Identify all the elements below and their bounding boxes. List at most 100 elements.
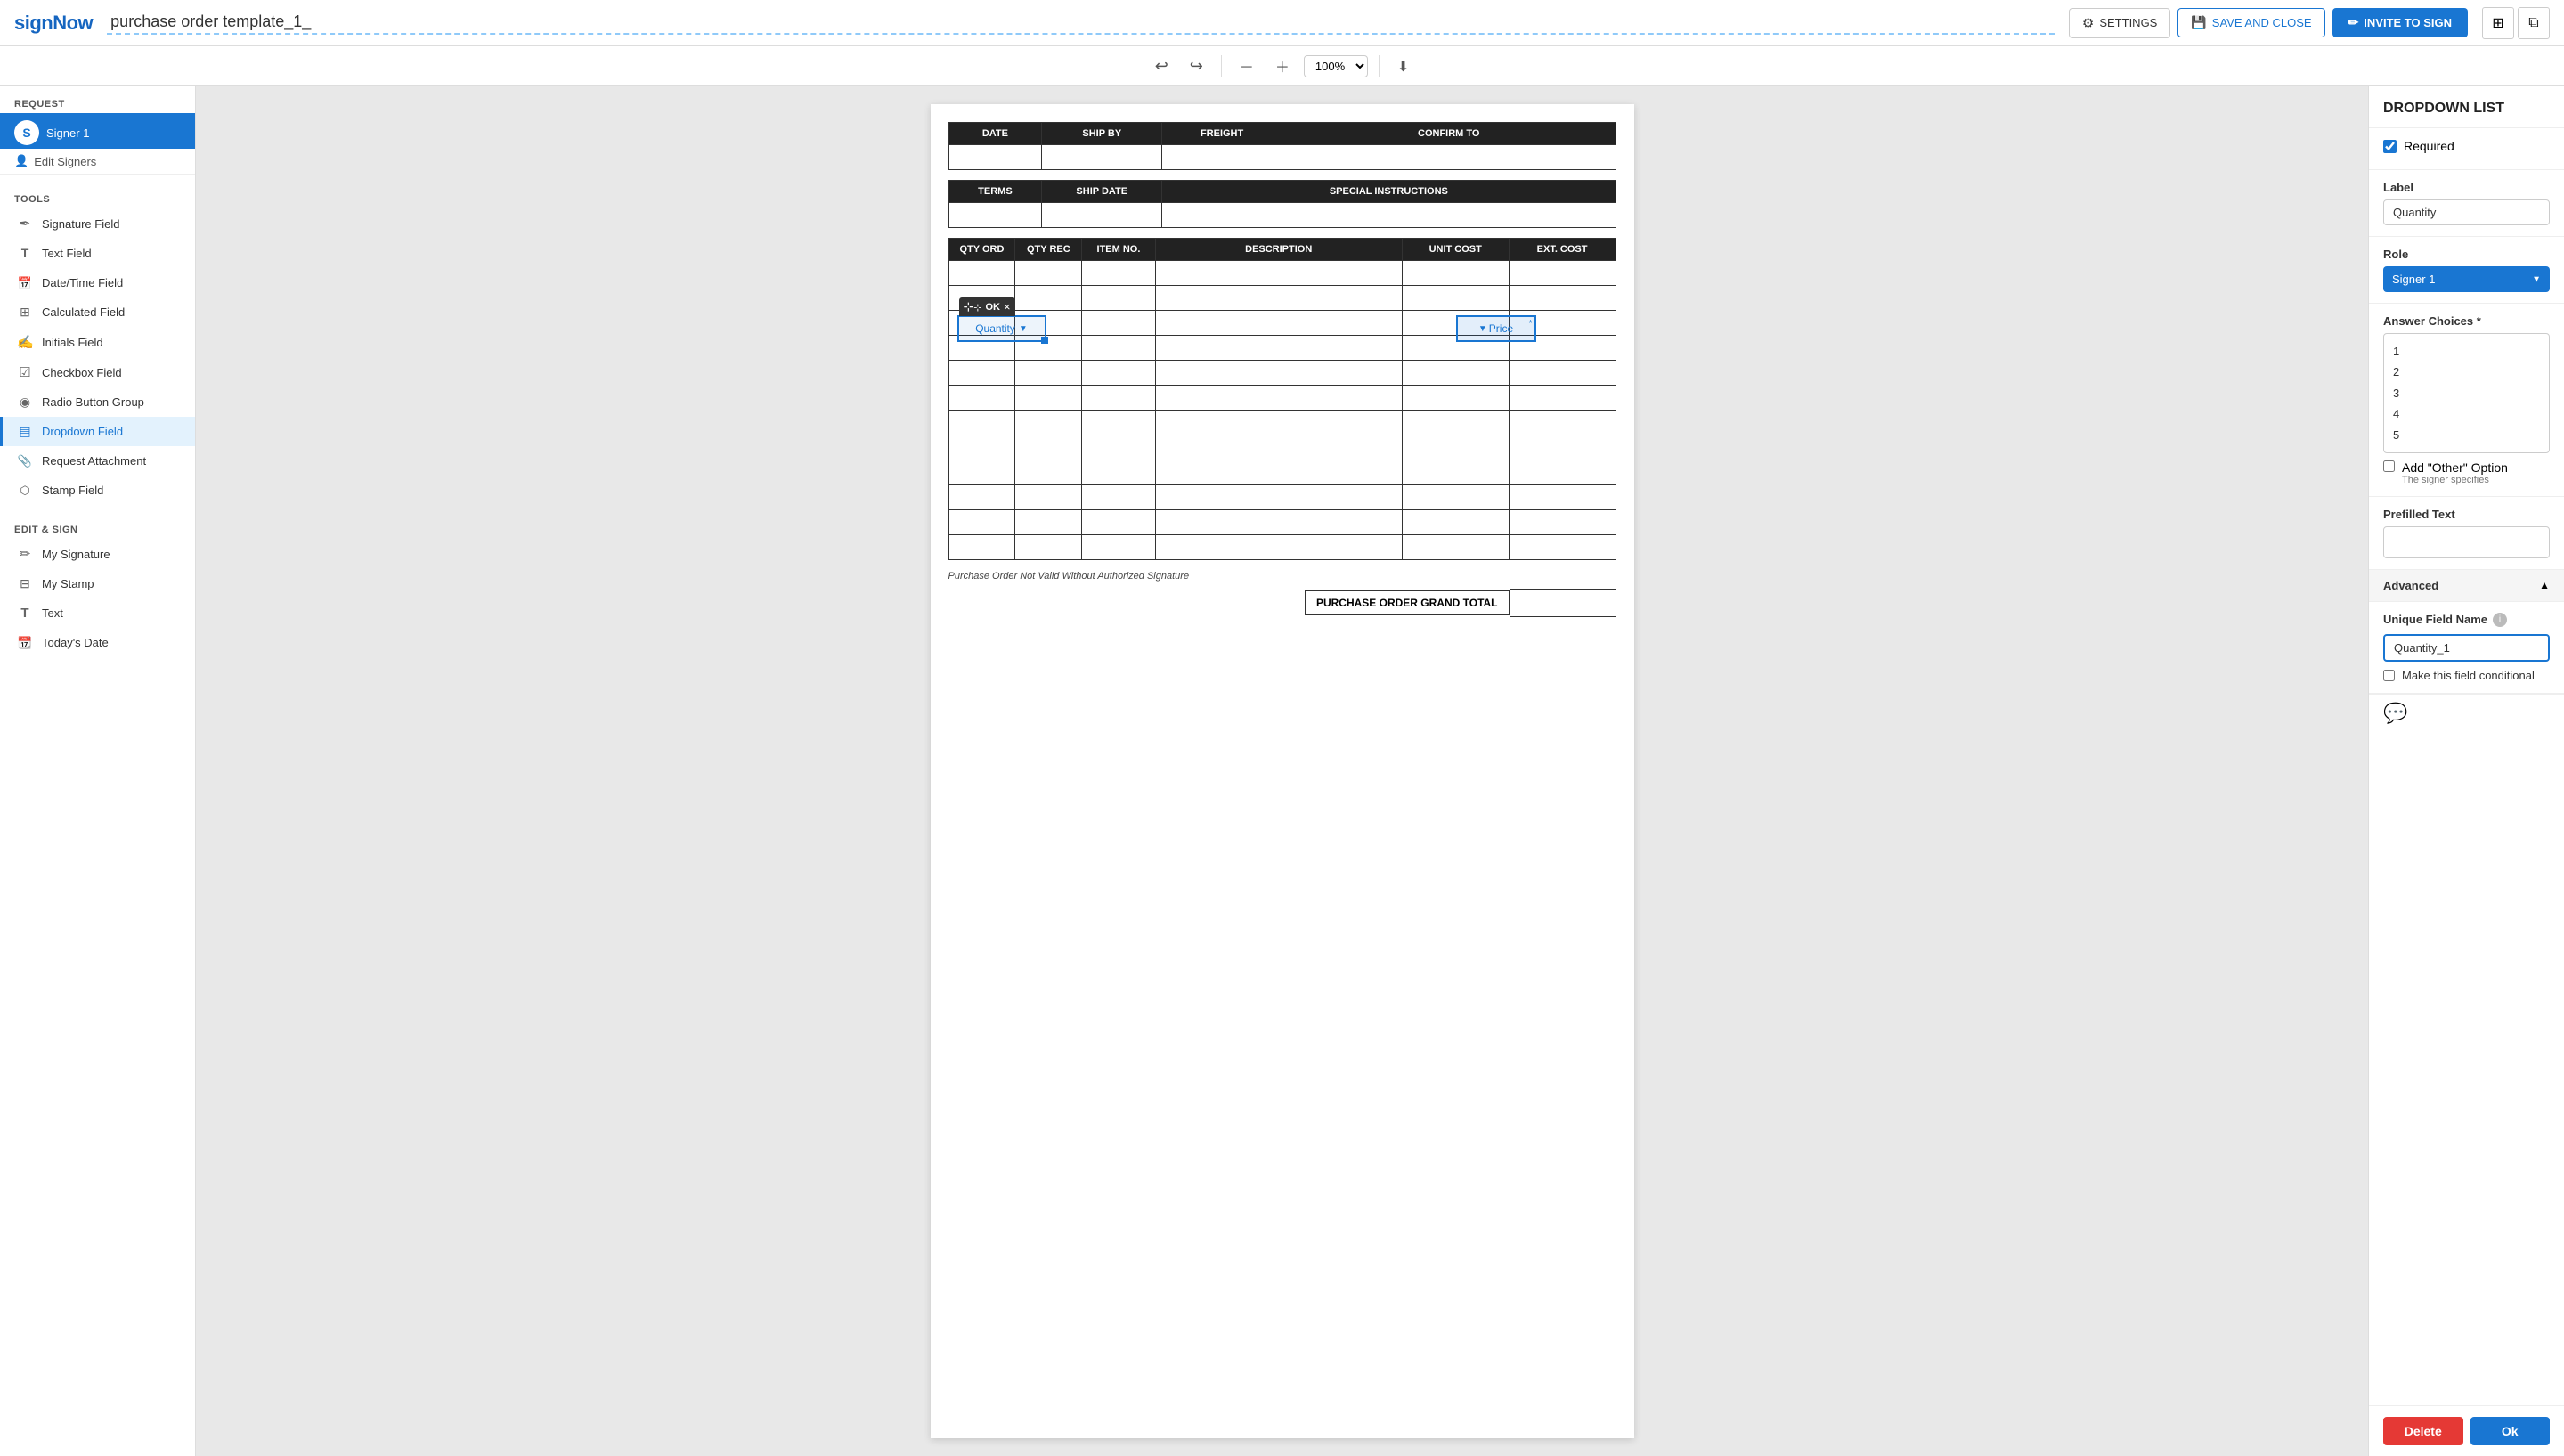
grid-icon	[2492, 14, 2503, 32]
price-field-indicator: ▼	[1478, 324, 1487, 334]
col-qty-rec: QTY REC	[1015, 239, 1082, 261]
role-label: Role	[2383, 248, 2550, 261]
sidebar-item-radio[interactable]: Radio Button Group	[0, 387, 195, 417]
field-close-button[interactable]: ×	[1004, 301, 1011, 313]
header-actions: SETTINGS SAVE AND CLOSE INVITE TO SIGN	[2069, 7, 2550, 39]
doc-title-input[interactable]	[107, 11, 2055, 35]
sidebar-item-mystamp[interactable]: My Stamp	[0, 569, 195, 598]
field-ok-button[interactable]: OK	[985, 302, 1000, 313]
sidebar-item-initials[interactable]: Initials Field	[0, 327, 195, 357]
sidebar-item-attachment[interactable]: Request Attachment	[0, 446, 195, 476]
save-label: SAVE AND CLOSE	[2212, 16, 2312, 29]
conditional-row: Make this field conditional	[2383, 669, 2550, 682]
sidebar-item-text2[interactable]: Text	[0, 598, 195, 628]
chat-icon-bar: 💬	[2369, 694, 2564, 732]
cell-ship-by	[1042, 145, 1162, 170]
download-button[interactable]	[1390, 53, 1416, 79]
ok-button[interactable]: Ok	[2470, 1417, 2551, 1445]
zoom-select[interactable]: 100% 50% 75% 125% 150% 200%	[1304, 55, 1368, 77]
edit-sign-section: Edit & Sign My Signature My Stamp Text T…	[0, 512, 195, 664]
sidebar-item-stamp[interactable]: Stamp Field	[0, 476, 195, 505]
label-input[interactable]	[2383, 199, 2550, 225]
cell-ship-date	[1042, 203, 1162, 228]
col-unit-cost: UNIT COST	[1402, 239, 1509, 261]
answer-choices-box[interactable]: 1 2 3 4 5	[2383, 333, 2550, 453]
col-terms: TERMS	[948, 181, 1042, 203]
info-icon[interactable]: i	[2493, 613, 2507, 627]
table-row	[948, 535, 1616, 560]
price-field-label: Price	[1489, 322, 1513, 335]
edit-signers-button[interactable]: 👤 Edit Signers	[0, 149, 195, 175]
col-special-instructions: SPECIAL INSTRUCTIONS	[1162, 181, 1616, 203]
zoom-out-button[interactable]: －	[1233, 52, 1261, 80]
sidebar-item-label: My Stamp	[42, 577, 94, 590]
table-row	[948, 510, 1616, 535]
zoom-in-button[interactable]: ＋	[1268, 52, 1297, 80]
required-checkbox[interactable]	[2383, 140, 2397, 153]
sidebar-item-datetime[interactable]: Date/Time Field	[0, 268, 195, 297]
right-panel: DROPDOWN LIST Required Label Role Signer…	[2368, 86, 2564, 1456]
tools-section-title: Tools	[0, 189, 195, 208]
save-and-close-button[interactable]: SAVE AND CLOSE	[2177, 8, 2324, 37]
table-row	[948, 485, 1616, 510]
settings-button[interactable]: SETTINGS	[2069, 8, 2170, 38]
text2-icon	[17, 606, 33, 621]
add-other-label: Add "Other" Option	[2402, 460, 2508, 475]
sidebar-item-label: Radio Button Group	[42, 395, 144, 409]
sidebar-item-label: Signature Field	[42, 217, 119, 231]
sidebar-item-label: Text	[42, 606, 63, 620]
attachment-icon	[17, 453, 33, 468]
table-row	[948, 286, 1616, 311]
conditional-checkbox[interactable]	[2383, 670, 2395, 681]
col-ship-date: SHIP DATE	[1042, 181, 1162, 203]
sidebar-item-mysig[interactable]: My Signature	[0, 539, 195, 569]
sidebar-item-text[interactable]: Text Field	[0, 239, 195, 268]
advanced-content: Unique Field Name i Make this field cond…	[2369, 602, 2564, 694]
request-section-title: Request	[0, 94, 195, 113]
required-section: Required	[2369, 128, 2564, 170]
delete-button[interactable]: Delete	[2383, 1417, 2463, 1445]
chat-icon[interactable]: 💬	[2383, 702, 2407, 725]
price-dropdown-field[interactable]: ▼ Price *	[1456, 315, 1536, 342]
advanced-header[interactable]: Advanced ▲	[2369, 570, 2564, 602]
signer-block: S Signer 1	[0, 113, 195, 149]
undo-button[interactable]	[1148, 53, 1176, 79]
sidebar-item-label: Request Attachment	[42, 454, 146, 468]
undo-icon	[1155, 57, 1168, 75]
field-resize-handle[interactable]	[1041, 337, 1048, 344]
prefilled-input[interactable]	[2383, 526, 2550, 558]
copy-button[interactable]	[2518, 7, 2550, 39]
unique-field-input[interactable]	[2383, 634, 2550, 662]
canvas-area[interactable]: DATE SHIP BY FREIGHT CONFIRM TO	[196, 86, 2368, 1456]
sidebar-item-signature[interactable]: Signature Field	[0, 208, 195, 239]
add-other-checkbox[interactable]	[2383, 460, 2395, 472]
answer-choice-5: 5	[2393, 425, 2540, 445]
cell-freight	[1162, 145, 1282, 170]
sidebar-item-today[interactable]: Today's Date	[0, 628, 195, 657]
role-select[interactable]: Signer 1	[2383, 266, 2550, 292]
sidebar-item-label: Today's Date	[42, 636, 109, 649]
cell-unit-cost-1	[1402, 261, 1509, 286]
invite-to-sign-button[interactable]: INVITE TO SIGN	[2332, 8, 2468, 37]
cell-qty-ord-1	[948, 261, 1015, 286]
table-row	[948, 261, 1616, 286]
answer-choice-1: 1	[2393, 341, 2540, 362]
signer-name: Signer 1	[46, 126, 89, 140]
role-section: Role Signer 1	[2369, 237, 2564, 304]
gear-icon	[2082, 15, 2094, 31]
cell-qty-rec-1	[1015, 261, 1082, 286]
mystamp-icon	[17, 576, 33, 591]
advanced-chevron-icon: ▲	[2539, 579, 2550, 591]
redo-button[interactable]	[1183, 53, 1210, 79]
table-row	[948, 386, 1616, 411]
grid-view-button[interactable]	[2482, 7, 2514, 39]
sidebar-item-dropdown[interactable]: Dropdown Field	[0, 417, 195, 446]
sidebar-item-calculated[interactable]: Calculated Field	[0, 297, 195, 327]
doc-footer: Purchase Order Not Valid Without Authori…	[948, 571, 1616, 582]
quantity-dropdown-field[interactable]: ⊹ OK × Quantity ▼	[957, 315, 1046, 342]
cell-date	[948, 145, 1042, 170]
doc-table-header2: TERMS SHIP DATE SPECIAL INSTRUCTIONS	[948, 180, 1616, 228]
field-handle: ⊹ OK ×	[959, 297, 1015, 316]
advanced-title: Advanced	[2383, 579, 2438, 592]
sidebar-item-checkbox[interactable]: Checkbox Field	[0, 357, 195, 387]
